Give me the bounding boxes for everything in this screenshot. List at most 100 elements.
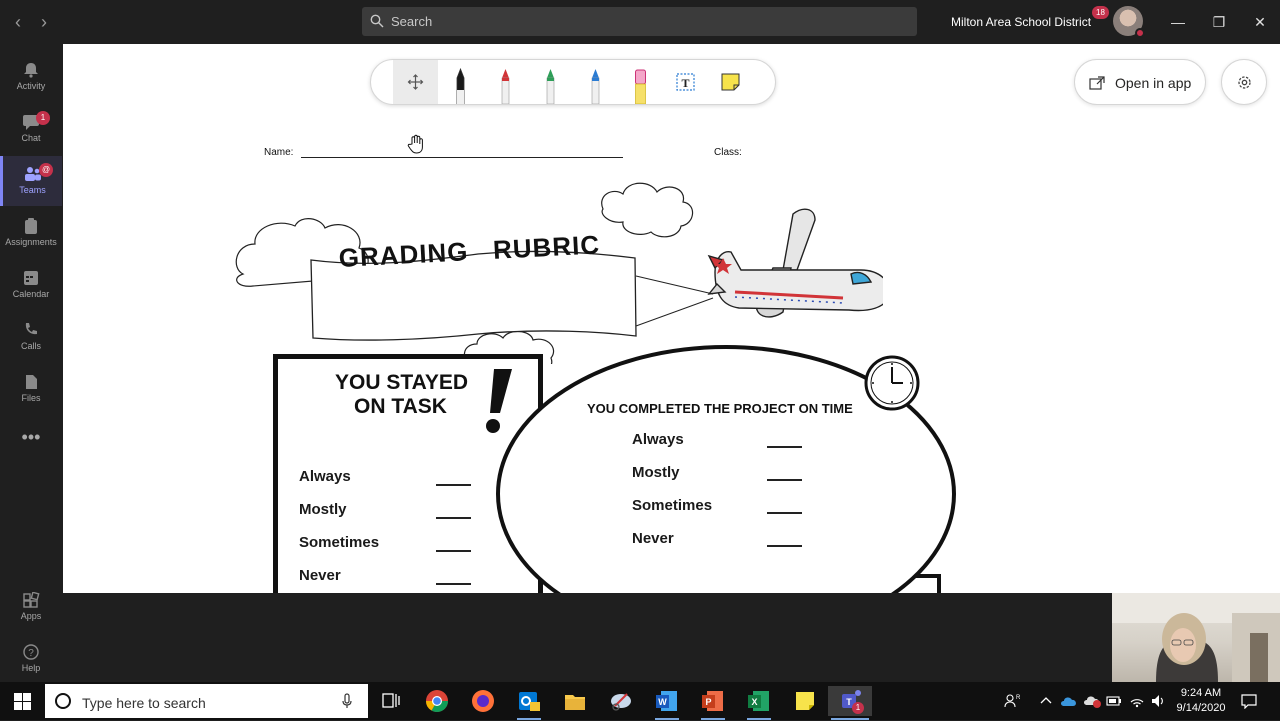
inking-toolbar: T bbox=[370, 59, 776, 105]
svg-text:?: ? bbox=[28, 648, 34, 659]
assignments-icon bbox=[25, 218, 37, 234]
box1-blank-never bbox=[436, 583, 471, 585]
whiteboard-canvas[interactable]: T Open in app Name: Class: GRADING RUBRI… bbox=[63, 44, 1280, 593]
apps-icon bbox=[23, 592, 40, 608]
box1-blank-mostly bbox=[436, 517, 471, 519]
rail-item-help[interactable]: ? Help bbox=[0, 634, 62, 684]
rail-item-apps[interactable]: Apps bbox=[0, 582, 62, 632]
taskbar-clock[interactable]: 9:24 AM 9/14/2020 bbox=[1166, 686, 1236, 716]
box2-blank-mostly bbox=[767, 479, 802, 481]
snipping-icon[interactable] bbox=[606, 686, 636, 716]
presence-busy-icon bbox=[1135, 28, 1145, 38]
webcam-video-thumbnail[interactable] bbox=[1112, 593, 1280, 682]
clock-time: 9:24 AM bbox=[1180, 687, 1222, 699]
eraser-icon[interactable] bbox=[618, 60, 663, 105]
volume-icon[interactable] bbox=[1150, 693, 1166, 709]
word-icon[interactable]: W bbox=[652, 686, 682, 720]
chevron-up-icon[interactable] bbox=[1039, 694, 1053, 708]
excel-icon[interactable]: X bbox=[744, 686, 774, 720]
calendar-icon bbox=[24, 271, 38, 285]
left-rail: Activity Chat 1 Teams @ Assignments Cale… bbox=[0, 44, 62, 682]
teams-taskbar-badge: 1 bbox=[852, 702, 864, 714]
rail-item-teams[interactable]: Teams @ bbox=[0, 156, 62, 206]
microphone-icon[interactable] bbox=[342, 693, 352, 709]
chevron-right-icon[interactable]: › bbox=[34, 12, 54, 32]
taskbar-search-input[interactable]: Type here to search bbox=[45, 684, 368, 718]
blue-pen-icon[interactable] bbox=[573, 60, 618, 105]
svg-text:P: P bbox=[705, 697, 711, 707]
rail-item-assignments[interactable]: Assignments bbox=[0, 208, 62, 258]
svg-text:T: T bbox=[681, 76, 689, 90]
svg-text:W: W bbox=[658, 697, 667, 707]
search-input[interactable]: Search bbox=[362, 7, 917, 36]
red-pen-icon[interactable] bbox=[483, 60, 528, 105]
close-icon[interactable]: ✕ bbox=[1248, 10, 1272, 34]
title-bar: ‹ › Search Milton Area School District 1… bbox=[0, 0, 1280, 44]
chrome-icon[interactable] bbox=[422, 686, 452, 716]
more-icon[interactable]: ••• bbox=[0, 424, 62, 454]
battery-icon[interactable] bbox=[1106, 694, 1122, 708]
settings-button[interactable] bbox=[1221, 59, 1267, 105]
gear-icon bbox=[1238, 76, 1251, 89]
rail-item-calendar[interactable]: Calendar bbox=[0, 260, 62, 310]
powerpoint-icon[interactable]: P bbox=[698, 686, 728, 720]
box1-option-always: Always bbox=[299, 468, 351, 485]
box2-option-never: Never bbox=[632, 530, 674, 547]
open-in-app-button[interactable]: Open in app bbox=[1074, 59, 1206, 105]
box2-blank-sometimes bbox=[767, 512, 802, 514]
clock-date: 9/14/2020 bbox=[1176, 702, 1226, 714]
box2-blank-always bbox=[767, 446, 802, 448]
onedrive-icon[interactable] bbox=[1060, 694, 1078, 708]
wifi-icon[interactable] bbox=[1129, 693, 1145, 709]
box2-blank-never bbox=[767, 545, 802, 547]
teams-mention-badge: @ bbox=[39, 163, 53, 177]
banner-illustration bbox=[235, 182, 883, 364]
chevron-left-icon[interactable]: ‹ bbox=[8, 12, 28, 32]
move-icon[interactable] bbox=[393, 60, 438, 104]
svg-text:R: R bbox=[1016, 695, 1020, 701]
box2-option-mostly: Mostly bbox=[632, 464, 680, 481]
box2-option-always: Always bbox=[632, 431, 684, 448]
rail-item-calls[interactable]: Calls bbox=[0, 312, 62, 362]
org-notification-badge: 18 bbox=[1092, 6, 1109, 19]
hand-cursor-icon bbox=[407, 134, 423, 154]
name-blank-line bbox=[301, 157, 623, 158]
search-icon bbox=[370, 14, 384, 28]
windows-taskbar: Type here to search W P X T 1 R 9:24 AM … bbox=[0, 682, 1280, 720]
restore-icon[interactable]: ❐ bbox=[1207, 10, 1231, 34]
green-pen-icon[interactable] bbox=[528, 60, 573, 105]
rail-item-files[interactable]: Files bbox=[0, 364, 62, 414]
cloud-sync-icon[interactable] bbox=[1083, 693, 1101, 709]
teams-taskbar-icon[interactable]: T 1 bbox=[828, 686, 872, 720]
file-explorer-icon[interactable] bbox=[560, 686, 590, 716]
avatar[interactable] bbox=[1113, 6, 1145, 38]
name-label: Name: bbox=[264, 147, 294, 158]
clock-icon bbox=[864, 355, 920, 411]
task-view-icon[interactable] bbox=[376, 686, 406, 716]
files-icon bbox=[26, 375, 37, 389]
sticky-note-icon[interactable] bbox=[708, 60, 753, 104]
open-external-icon bbox=[1089, 76, 1105, 90]
text-tool-icon[interactable]: T bbox=[663, 60, 708, 104]
box1-blank-sometimes bbox=[436, 550, 471, 552]
box1-title-line2: ON TASK bbox=[354, 395, 447, 418]
org-name[interactable]: Milton Area School District bbox=[951, 15, 1091, 29]
outlook-icon[interactable] bbox=[514, 686, 544, 720]
minimize-icon[interactable]: — bbox=[1166, 10, 1190, 34]
phone-icon bbox=[25, 323, 37, 335]
box1-title-line1: YOU STAYED bbox=[335, 371, 469, 394]
class-label: Class: bbox=[714, 147, 742, 158]
search-placeholder: Search bbox=[391, 14, 433, 29]
black-pen-icon[interactable] bbox=[438, 60, 483, 105]
notification-center-icon[interactable] bbox=[1240, 693, 1258, 709]
webcam-person-image bbox=[1112, 593, 1280, 682]
people-icon[interactable]: R bbox=[1004, 693, 1020, 709]
windows-start-icon[interactable] bbox=[14, 693, 31, 710]
box1-option-sometimes: Sometimes bbox=[299, 534, 380, 551]
rail-item-activity[interactable]: Activity bbox=[0, 52, 62, 102]
firefox-icon[interactable] bbox=[468, 686, 498, 716]
rail-item-chat[interactable]: Chat 1 bbox=[0, 104, 62, 154]
sticky-notes-icon[interactable] bbox=[790, 686, 820, 716]
box2-option-sometimes: Sometimes bbox=[632, 497, 713, 514]
svg-text:X: X bbox=[751, 697, 757, 707]
